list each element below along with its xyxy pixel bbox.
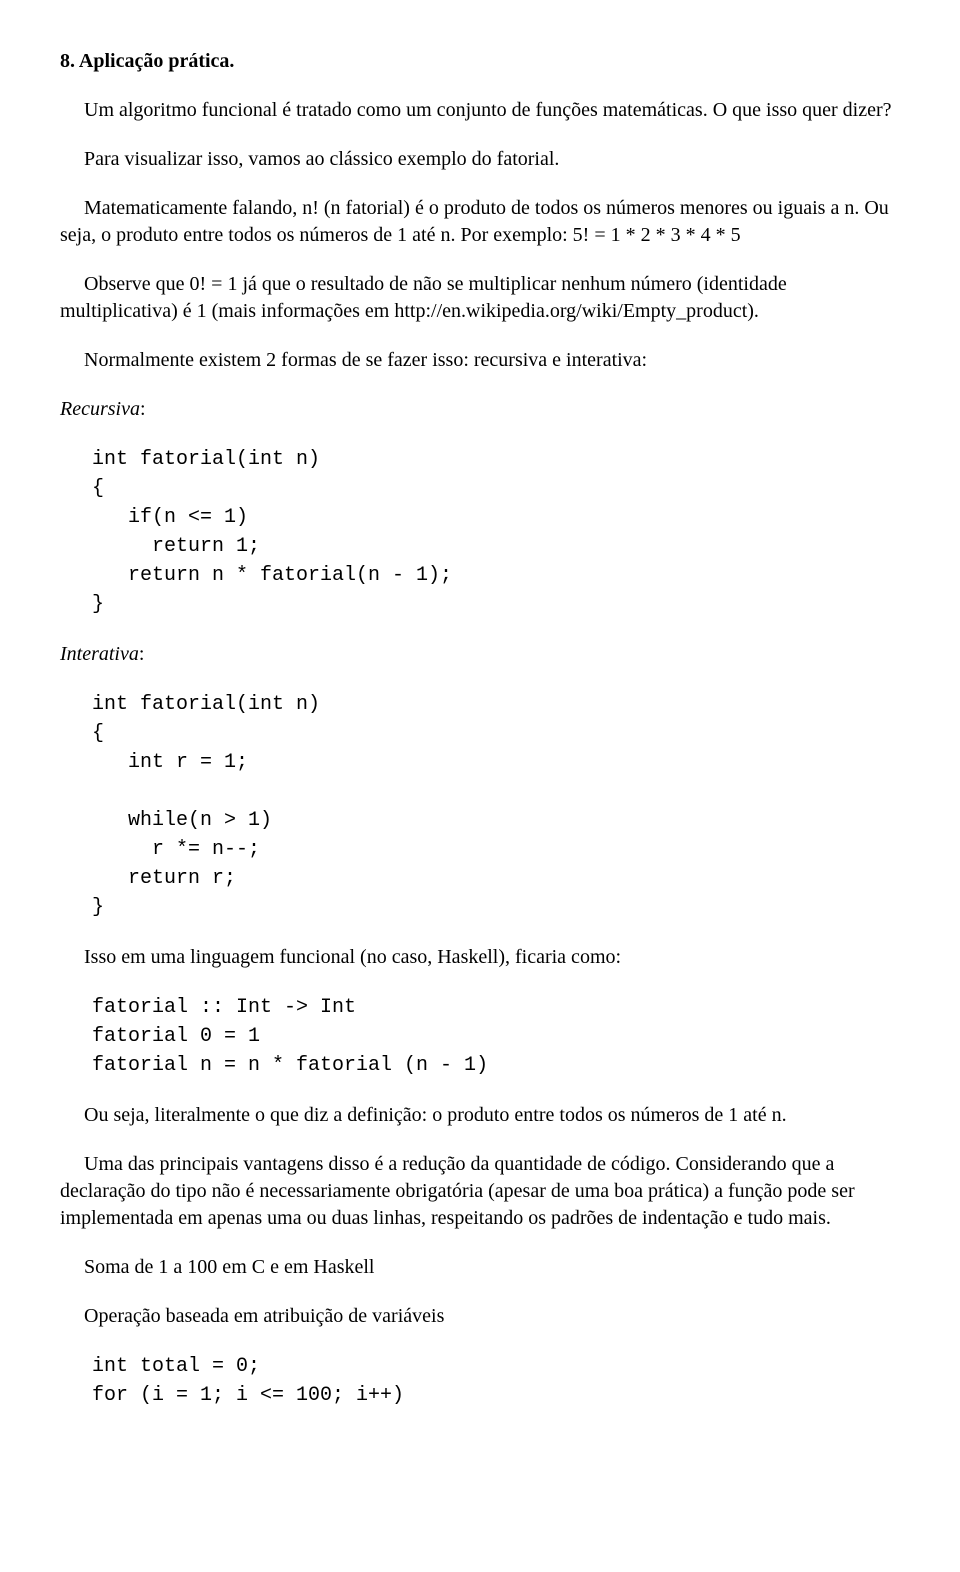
paragraph-sum-heading: Soma de 1 a 100 em C e em Haskell	[60, 1254, 900, 1281]
paragraph-intro: Um algoritmo funcional é tratado como um…	[60, 97, 900, 124]
paragraph-zero-factorial: Observe que 0! = 1 já que o resultado de…	[60, 271, 900, 325]
code-interativa: int fatorial(int n) { int r = 1; while(n…	[60, 690, 900, 922]
paragraph-two-forms: Normalmente existem 2 formas de se fazer…	[60, 347, 900, 374]
paragraph-definition: Ou seja, literalmente o que diz a defini…	[60, 1102, 900, 1129]
label-recursiva: Recursiva:	[60, 396, 900, 423]
code-sum-c: int total = 0; for (i = 1; i <= 100; i++…	[60, 1352, 900, 1410]
paragraph-factorial-def: Matematicamente falando, n! (n fatorial)…	[60, 195, 900, 249]
code-haskell: fatorial :: Int -> Int fatorial 0 = 1 fa…	[60, 993, 900, 1080]
label-interativa: Interativa:	[60, 641, 900, 668]
paragraph-haskell-intro: Isso em uma linguagem funcional (no caso…	[60, 944, 900, 971]
section-heading: 8. Aplicação prática.	[60, 48, 900, 75]
paragraph-advantages: Uma das principais vantagens disso é a r…	[60, 1151, 900, 1232]
paragraph-example-intro: Para visualizar isso, vamos ao clássico …	[60, 146, 900, 173]
code-recursiva: int fatorial(int n) { if(n <= 1) return …	[60, 445, 900, 619]
paragraph-operation: Operação baseada em atribuição de variáv…	[60, 1303, 900, 1330]
